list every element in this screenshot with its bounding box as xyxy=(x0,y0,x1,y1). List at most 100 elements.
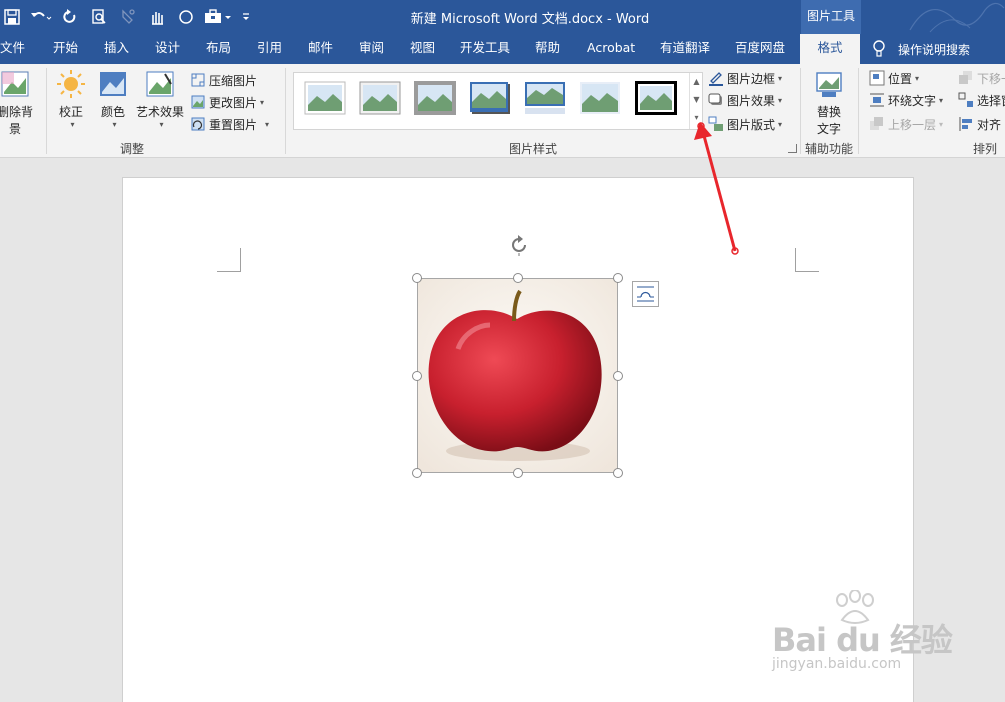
tab-acrobat[interactable]: Acrobat xyxy=(587,34,635,64)
wrap-text-label: 环绕文字 xyxy=(888,93,937,108)
tab-home[interactable]: 开始 xyxy=(53,34,78,64)
tab-review[interactable]: 审阅 xyxy=(359,34,384,64)
picture-style-metal-frame[interactable] xyxy=(413,80,457,116)
resize-handle-bottom[interactable] xyxy=(513,468,523,478)
bring-forward-icon xyxy=(870,117,883,130)
tab-view[interactable]: 视图 xyxy=(410,34,435,64)
watermark-url: jingyan.baidu.com xyxy=(772,656,902,672)
ribbon-tabs: 文件 开始 插入 设计 布局 引用 邮件 审阅 视图 开发工具 帮助 Acrob… xyxy=(0,34,1005,64)
picture-effects-button[interactable]: 图片效果 ▾ xyxy=(708,90,782,110)
tab-help[interactable]: 帮助 xyxy=(535,34,560,64)
position-label: 位置 xyxy=(888,71,913,86)
layout-options-button[interactable] xyxy=(632,281,659,307)
selection-pane-button[interactable]: 选择窗 xyxy=(958,90,1005,110)
quick-access-toolbar xyxy=(0,6,259,28)
picture-color-icon xyxy=(100,72,126,96)
circle-icon[interactable] xyxy=(174,6,198,28)
tab-insert[interactable]: 插入 xyxy=(104,34,129,64)
change-picture-icon xyxy=(191,95,205,109)
reset-picture-button[interactable]: 重置图片 ▾ xyxy=(190,114,269,134)
resize-handle-left[interactable] xyxy=(412,371,422,381)
touch-mode-icon[interactable] xyxy=(145,6,169,28)
send-backward-button[interactable]: 下移一 xyxy=(958,68,1005,88)
color-button[interactable]: 颜色 ▾ xyxy=(96,70,130,129)
pen-border-icon xyxy=(709,72,723,86)
artistic-effects-button[interactable]: 艺术效果 ▾ xyxy=(135,70,185,129)
tab-format[interactable]: 格式 xyxy=(800,34,860,64)
alt-text-button[interactable]: 替换 文字 xyxy=(806,70,852,137)
gallery-scroll-up[interactable]: ▲ xyxy=(690,73,703,91)
selected-picture[interactable] xyxy=(417,278,618,473)
tab-references[interactable]: 引用 xyxy=(257,34,282,64)
picture-style-drop-shadow[interactable] xyxy=(468,80,512,116)
redo-icon[interactable] xyxy=(58,6,82,28)
tab-youdao[interactable]: 有道翻译 xyxy=(660,34,710,64)
customize-icon[interactable] xyxy=(238,6,254,28)
align-icon xyxy=(959,117,972,131)
group-label-picture-styles: 图片样式 xyxy=(508,142,557,156)
change-picture-button[interactable]: 更改图片 ▾ xyxy=(190,92,264,112)
print-preview-icon[interactable] xyxy=(87,6,111,28)
corrections-button[interactable]: 校正 ▾ xyxy=(54,70,88,129)
rotate-handle-icon[interactable] xyxy=(508,234,530,256)
artistic-effects-icon xyxy=(146,71,174,97)
tab-baidu-netdisk[interactable]: 百度网盘 xyxy=(735,34,785,64)
tab-file[interactable]: 文件 xyxy=(0,34,25,64)
color-label: 颜色 xyxy=(100,105,125,119)
position-button[interactable]: 位置 ▾ xyxy=(869,68,919,88)
corrections-label: 校正 xyxy=(58,105,83,119)
selection-pane-icon xyxy=(958,92,973,107)
picture-style-simple-frame[interactable] xyxy=(303,80,347,116)
bring-forward-label: 上移一层 xyxy=(888,117,937,132)
wrap-text-button[interactable]: 环绕文字 ▾ xyxy=(869,90,943,110)
tab-developer[interactable]: 开发工具 xyxy=(460,34,510,64)
bring-forward-button[interactable]: 上移一层 ▾ xyxy=(869,114,943,134)
lightbulb-icon xyxy=(873,40,885,57)
tab-mailings[interactable]: 邮件 xyxy=(308,34,333,64)
group-label-adjust: 调整 xyxy=(119,142,144,156)
remove-background-icon xyxy=(1,71,29,97)
align-label: 对齐 xyxy=(977,117,1002,132)
document-title: 新建 Microsoft Word 文档.docx - Word xyxy=(410,12,650,27)
toolbox-icon[interactable] xyxy=(203,6,233,28)
resize-handle-top-right[interactable] xyxy=(613,273,623,283)
dialog-launcher-icon[interactable] xyxy=(788,144,797,153)
group-label-arrange: 排列 xyxy=(972,142,997,156)
send-backward-label: 下移一 xyxy=(977,71,1005,86)
picture-border-button[interactable]: 图片边框 ▾ xyxy=(708,68,782,88)
title-bar: 新建 Microsoft Word 文档.docx - Word 图片工具 xyxy=(0,0,1005,34)
gallery-scroll-down[interactable]: ▼ xyxy=(690,91,703,109)
picture-effects-icon xyxy=(708,93,722,105)
resize-handle-bottom-right[interactable] xyxy=(613,468,623,478)
resize-handle-top[interactable] xyxy=(513,273,523,283)
alt-text-label-line2: 文字 xyxy=(816,122,841,136)
picture-style-thick-black-frame[interactable] xyxy=(634,80,678,116)
group-label-accessibility: 辅助功能 xyxy=(804,142,853,156)
align-button[interactable]: 对齐 xyxy=(958,114,1001,134)
save-icon[interactable] xyxy=(0,6,24,28)
compress-pictures-button[interactable]: 压缩图片 xyxy=(190,70,257,90)
tab-layout[interactable]: 布局 xyxy=(206,34,231,64)
wrap-text-icon xyxy=(870,93,884,107)
undo-icon[interactable] xyxy=(29,6,53,28)
reset-picture-label: 重置图片 xyxy=(209,117,258,132)
margin-crop-mark-right xyxy=(795,248,819,272)
baidu-jingyan-watermark: Bai du 经验 jingyan.baidu.com xyxy=(770,590,970,680)
resize-handle-bottom-left[interactable] xyxy=(412,468,422,478)
resize-handle-top-left[interactable] xyxy=(412,273,422,283)
send-backward-icon xyxy=(959,71,972,84)
picture-style-beveled[interactable] xyxy=(358,80,402,116)
tab-design[interactable]: 设计 xyxy=(155,34,180,64)
compress-label: 压缩图片 xyxy=(209,73,258,88)
alt-text-icon xyxy=(816,72,842,97)
decorative-swirl-icon xyxy=(909,2,1005,33)
remove-background-button[interactable]: 删除背景 xyxy=(0,70,38,137)
format-painter-icon[interactable] xyxy=(116,6,140,28)
picture-style-reflected[interactable] xyxy=(523,80,567,116)
tell-me-search[interactable]: 操作说明搜索 xyxy=(872,34,970,64)
ribbon: 删除背景 校正 ▾ 颜色 ▾ 艺术效果 ▾ 压缩图片 更改图片 ▾ 重置图片 ▾ 调… xyxy=(0,64,1005,158)
picture-style-soft-edge[interactable] xyxy=(578,80,622,116)
watermark-title: Bai du 经验 xyxy=(772,621,953,659)
resize-handle-right[interactable] xyxy=(613,371,623,381)
change-picture-label: 更改图片 xyxy=(209,95,258,110)
